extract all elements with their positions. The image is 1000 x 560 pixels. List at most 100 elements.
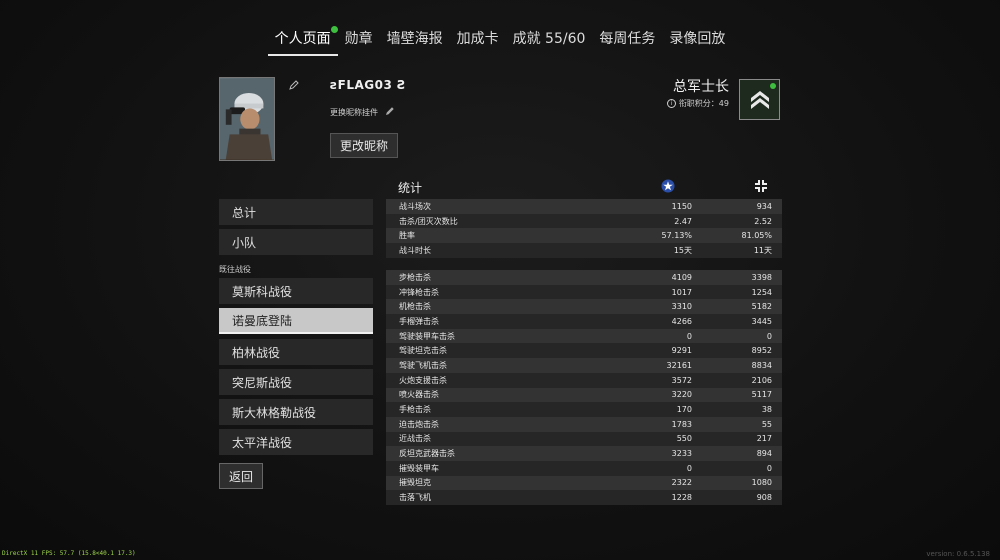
player-nickname: ƨFLAG03 Ƨ [330, 78, 406, 92]
info-icon[interactable]: i [666, 99, 676, 108]
campaign-stalingrad[interactable]: 斯大林格勒战役 [219, 399, 373, 425]
allies-value: 3220 [671, 390, 692, 400]
axis-value: 908 [756, 493, 772, 503]
axis-value: 1080 [751, 478, 772, 488]
stat-label: 摧毁坦克 [399, 478, 431, 488]
stats-row: 手枪击杀 170 38 [386, 402, 782, 417]
rank-score: i 衔职积分：49 [666, 98, 729, 109]
nav-tab-label: 成就 55/60 [512, 31, 586, 47]
nick-style-label[interactable]: 更换昵称挂件 [330, 107, 378, 118]
axis-value: 0 [766, 463, 772, 473]
menu-item-squad[interactable]: 小队 [219, 229, 373, 255]
axis-value: 894 [756, 449, 772, 459]
axis-value: 8834 [751, 360, 772, 370]
rename-button[interactable]: 更改昵称 [330, 133, 398, 158]
nav-tab-label: 墙壁海报 [386, 31, 443, 47]
axis-cross-icon [755, 180, 767, 192]
stats-row: 战斗时长 15天 11天 [386, 243, 782, 258]
rank-title: 总军士长 [673, 79, 729, 95]
stat-label: 击落飞机 [399, 493, 431, 503]
pencil-icon[interactable] [385, 106, 395, 116]
allies-value: 1228 [671, 493, 692, 503]
stats-row: 火炮支援击杀 3572 2106 [386, 372, 782, 388]
nickname-suffix-icon: Ƨ [397, 78, 407, 92]
nickname-text: FLAG03 [337, 78, 393, 92]
allies-value: 1150 [671, 201, 692, 211]
axis-value: 81.05% [741, 231, 772, 241]
player-avatar[interactable] [219, 77, 275, 161]
allies-value: 3572 [671, 375, 692, 385]
allies-value: 170 [676, 405, 692, 415]
edit-avatar-icon[interactable] [289, 80, 299, 90]
stats-row: 驾驶装甲车击杀 0 0 [386, 328, 782, 344]
stats-row: 近战击杀 550 217 [386, 431, 782, 447]
allies-value: 0 [686, 331, 692, 341]
notification-badge [330, 26, 338, 33]
axis-value: 2.52 [754, 216, 772, 226]
allies-value: 9291 [671, 346, 692, 356]
stat-label: 驾驶坦克击杀 [399, 346, 447, 356]
stats-header: 统计 [386, 173, 782, 199]
nav-tab[interactable]: 勋章 [338, 26, 380, 56]
allies-value: 1783 [671, 419, 692, 429]
stats-title: 统计 [398, 181, 423, 195]
nav-tab[interactable]: 成就 55/60 [506, 26, 593, 56]
stat-label: 迫击炮击杀 [399, 419, 439, 429]
stat-label: 冲锋枪击杀 [399, 287, 439, 297]
stats-row: 击落飞机 1228 908 [386, 490, 782, 505]
nav-tab-label: 个人页面 [274, 31, 331, 47]
back-button[interactable]: 返回 [219, 463, 263, 489]
campaign-normandy[interactable]: 诺曼底登陆 [219, 308, 373, 334]
soldier-portrait-icon [220, 78, 274, 160]
nav-tab[interactable]: 个人页面 [267, 26, 338, 56]
allies-value: 3233 [671, 449, 692, 459]
stats-row: 驾驶坦克击杀 9291 8952 [386, 343, 782, 359]
nav-tab[interactable]: 加成卡 [450, 26, 506, 56]
axis-value: 5182 [751, 302, 772, 312]
stat-label: 机枪击杀 [399, 302, 431, 312]
axis-value: 217 [756, 434, 772, 444]
stat-label: 驾驶飞机击杀 [399, 360, 447, 370]
stat-label: 步枪击杀 [399, 272, 431, 282]
axis-value: 0 [766, 331, 772, 341]
axis-value: 38 [761, 405, 772, 415]
campaign-tunisia[interactable]: 突尼斯战役 [219, 369, 373, 395]
nav-tab[interactable]: 每周任务 [592, 26, 662, 56]
kill-stats-table: 步枪击杀 4109 3398 冲锋枪击杀 1017 1254 机枪击杀 3310 5182 手榴弹… [386, 270, 782, 505]
campaign-pacific[interactable]: 太平洋战役 [219, 429, 373, 455]
stats-row: 击杀/团灭次数比 2.47 2.52 [386, 213, 782, 229]
stat-label: 喷火器击杀 [399, 390, 439, 400]
nav-tab[interactable]: 墙壁海报 [380, 26, 450, 56]
axis-value: 3445 [751, 316, 772, 326]
stat-label: 反坦克武器击杀 [399, 449, 455, 459]
stats-row: 步枪击杀 4109 3398 [386, 270, 782, 285]
summary-stats-table: 战斗场次 1150 934 击杀/团灭次数比 2.47 2.52 胜率 57.13% 81.05… [386, 199, 782, 258]
nav-tab-label: 勋章 [344, 31, 373, 47]
nav-tab-label: 录像回放 [669, 31, 726, 47]
fps-counter: DirectX 11 FPS: 57.7 (15.8<40.1 17.3) [2, 550, 136, 557]
allies-value: 2322 [671, 478, 692, 488]
stat-label: 战斗时长 [399, 245, 431, 255]
allies-value: 1017 [671, 287, 692, 297]
allies-value: 57.13% [661, 231, 692, 241]
stats-row: 冲锋枪击杀 1017 1254 [386, 284, 782, 300]
allies-star-icon [661, 179, 675, 193]
chevron-rank-icon [750, 90, 769, 109]
nav-tab[interactable]: 录像回放 [662, 26, 732, 56]
stat-label: 摧毁装甲车 [399, 463, 439, 473]
campaign-berlin[interactable]: 柏林战役 [219, 339, 373, 365]
campaign-moscow[interactable]: 莫斯科战役 [219, 278, 373, 304]
allies-value: 3310 [671, 302, 692, 312]
allies-value: 2.47 [674, 216, 692, 226]
stats-row: 战斗场次 1150 934 [386, 199, 782, 214]
stat-label: 手枪击杀 [399, 405, 431, 415]
allies-value: 4266 [671, 316, 692, 326]
axis-value: 55 [761, 419, 772, 429]
menu-item-total[interactable]: 总计 [219, 199, 373, 225]
stats-row: 手榴弹击杀 4266 3445 [386, 314, 782, 329]
nav-tab-label: 加成卡 [456, 31, 499, 47]
nav-tab-label: 每周任务 [599, 31, 656, 47]
stats-row: 喷火器击杀 3220 5117 [386, 387, 782, 403]
rank-badge[interactable] [739, 79, 780, 120]
stats-row: 反坦克武器击杀 3233 894 [386, 446, 782, 461]
